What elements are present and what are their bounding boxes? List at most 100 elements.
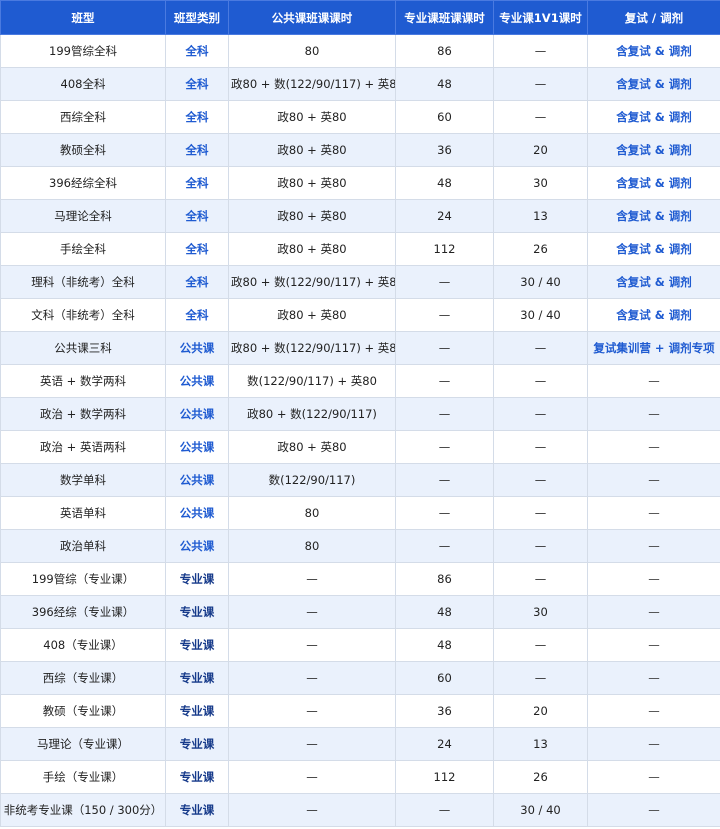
review-cell: — — [587, 760, 720, 794]
table-row: 教硕全科 全科 政80 + 英80 36 20 含复试 & 调剂 — [0, 133, 720, 167]
public-hours-cell: — — [228, 793, 396, 827]
category-cell: 公共课 — [165, 496, 229, 530]
pro-1v1-hours-cell: — — [493, 529, 588, 563]
category-cell: 专业课 — [165, 760, 229, 794]
class-name-cell: 教硕全科 — [0, 133, 166, 167]
table-row: 非统考专业课（150 / 300分） 专业课 — —30 / 40— — [0, 793, 720, 827]
pro-class-hours-cell: — — [395, 265, 494, 299]
table-row: 西综（专业课） 专业课 —60— — — [0, 661, 720, 695]
public-hours-cell: — — [228, 661, 396, 695]
pro-class-hours-cell: — — [395, 529, 494, 563]
public-hours-cell: 政80 + 数(122/90/117) + 英80 — [228, 331, 396, 365]
public-hours-cell: — — [228, 694, 396, 728]
review-cell: 含复试 & 调剂 — [587, 100, 720, 134]
pro-1v1-hours-cell: 30 — [493, 166, 588, 200]
header-public-hours: 公共课班课课时 — [228, 0, 396, 35]
public-hours-cell: 政80 + 英80 — [228, 232, 396, 266]
table-row: 西综全科 全科 政80 + 英80 60— 含复试 & 调剂 — [0, 100, 720, 134]
pro-class-hours-cell: — — [395, 430, 494, 464]
course-table: 班型 班型类别 公共课班课课时 专业课班课课时 专业课1V1课时 复试 / 调剂… — [0, 0, 720, 827]
category-cell: 全科 — [165, 265, 229, 299]
review-cell: 含复试 & 调剂 — [587, 166, 720, 200]
class-name-cell: 199管综全科 — [0, 34, 166, 68]
category-cell: 全科 — [165, 166, 229, 200]
pro-1v1-hours-cell: — — [493, 628, 588, 662]
table-row: 199管综（专业课） 专业课 —86— — — [0, 562, 720, 596]
pro-class-hours-cell: 60 — [395, 661, 494, 695]
table-row: 199管综全科 全科 80 86— 含复试 & 调剂 — [0, 34, 720, 68]
table-body: 199管综全科 全科 80 86— 含复试 & 调剂 408全科 全科 政80 + 数(122… — [0, 34, 720, 827]
review-cell: 复试集训营 + 调剂专项 — [587, 331, 720, 365]
table-row: 政治 + 数学两科 公共课 政80 + 数(122/90/117) — — — — [0, 397, 720, 431]
review-cell: — — [587, 628, 720, 662]
pro-1v1-hours-cell: — — [493, 496, 588, 530]
category-cell: 全科 — [165, 199, 229, 233]
class-name-cell: 非统考专业课（150 / 300分） — [0, 793, 166, 827]
class-name-cell: 公共课三科 — [0, 331, 166, 365]
class-name-cell: 英语单科 — [0, 496, 166, 530]
header-row: 班型 班型类别 公共课班课课时 专业课班课课时 专业课1V1课时 复试 / 调剂 — [0, 0, 720, 35]
review-cell: — — [587, 364, 720, 398]
review-cell: — — [587, 430, 720, 464]
pro-class-hours-cell: 48 — [395, 67, 494, 101]
pro-1v1-hours-cell: 20 — [493, 133, 588, 167]
pro-class-hours-cell: — — [395, 463, 494, 497]
review-cell: — — [587, 661, 720, 695]
review-cell: 含复试 & 调剂 — [587, 265, 720, 299]
pro-1v1-hours-cell: 13 — [493, 727, 588, 761]
public-hours-cell: 80 — [228, 34, 396, 68]
table-row: 马理论全科 全科 政80 + 英80 24 13 含复试 & 调剂 — [0, 199, 720, 233]
table-row: 408（专业课） 专业课 —48— — — [0, 628, 720, 662]
class-name-cell: 教硕（专业课） — [0, 694, 166, 728]
public-hours-cell: 政80 + 英80 — [228, 199, 396, 233]
header-class-type: 班型 — [0, 0, 166, 35]
public-hours-cell: 数(122/90/117) + 英80 — [228, 364, 396, 398]
pro-class-hours-cell: — — [395, 397, 494, 431]
header-category: 班型类别 — [165, 0, 229, 35]
table-row: 数学单科 公共课 数(122/90/117) — — — — [0, 463, 720, 497]
review-cell: — — [587, 562, 720, 596]
category-cell: 公共课 — [165, 397, 229, 431]
class-name-cell: 马理论全科 — [0, 199, 166, 233]
pro-1v1-hours-cell: 30 / 40 — [493, 265, 588, 299]
pro-1v1-hours-cell: 30 — [493, 595, 588, 629]
pro-class-hours-cell: — — [395, 793, 494, 827]
public-hours-cell: 数(122/90/117) — [228, 463, 396, 497]
table-row: 396经综（专业课） 专业课 —48 30— — [0, 595, 720, 629]
category-cell: 专业课 — [165, 793, 229, 827]
class-name-cell: 408（专业课） — [0, 628, 166, 662]
class-name-cell: 199管综（专业课） — [0, 562, 166, 596]
header-pro-class-hours: 专业课班课课时 — [395, 0, 494, 35]
pro-1v1-hours-cell: — — [493, 397, 588, 431]
pro-class-hours-cell: 24 — [395, 727, 494, 761]
class-name-cell: 政治单科 — [0, 529, 166, 563]
class-name-cell: 政治 + 数学两科 — [0, 397, 166, 431]
public-hours-cell: 政80 + 英80 — [228, 298, 396, 332]
pro-class-hours-cell: 112 — [395, 232, 494, 266]
public-hours-cell: 政80 + 英80 — [228, 133, 396, 167]
public-hours-cell: 政80 + 数(122/90/117) — [228, 397, 396, 431]
public-hours-cell: 80 — [228, 496, 396, 530]
pro-1v1-hours-cell: — — [493, 331, 588, 365]
category-cell: 全科 — [165, 67, 229, 101]
pro-class-hours-cell: 48 — [395, 166, 494, 200]
public-hours-cell: 80 — [228, 529, 396, 563]
pro-class-hours-cell: — — [395, 298, 494, 332]
category-cell: 专业课 — [165, 661, 229, 695]
review-cell: — — [587, 397, 720, 431]
class-name-cell: 手绘全科 — [0, 232, 166, 266]
pro-1v1-hours-cell: — — [493, 100, 588, 134]
category-cell: 全科 — [165, 34, 229, 68]
review-cell: — — [587, 727, 720, 761]
pro-1v1-hours-cell: — — [493, 661, 588, 695]
category-cell: 专业课 — [165, 628, 229, 662]
pro-1v1-hours-cell: 13 — [493, 199, 588, 233]
class-name-cell: 马理论（专业课） — [0, 727, 166, 761]
pro-class-hours-cell: 60 — [395, 100, 494, 134]
category-cell: 专业课 — [165, 727, 229, 761]
category-cell: 公共课 — [165, 529, 229, 563]
class-name-cell: 西综全科 — [0, 100, 166, 134]
class-name-cell: 396经综全科 — [0, 166, 166, 200]
pro-1v1-hours-cell: — — [493, 364, 588, 398]
class-name-cell: 396经综（专业课） — [0, 595, 166, 629]
